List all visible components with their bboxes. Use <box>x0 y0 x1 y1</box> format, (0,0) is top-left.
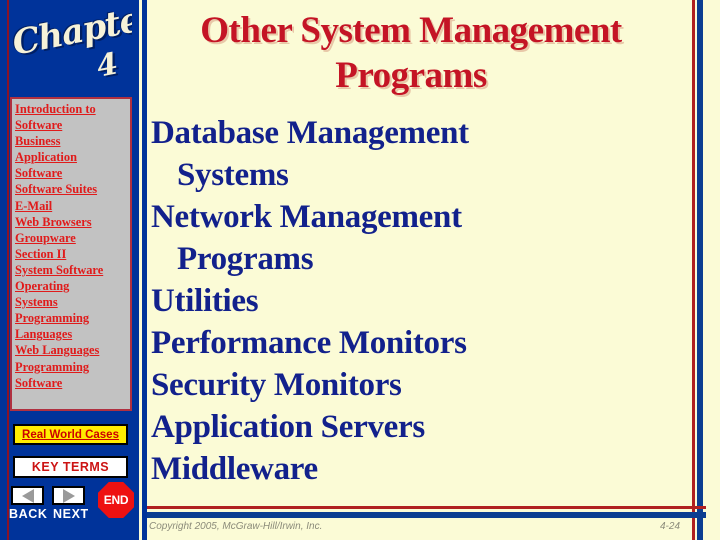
footer-page-number: 4-24 <box>660 521 681 532</box>
navigation-sidebar: Chapter 4 Introduction to Software Busines… <box>0 0 134 540</box>
right-rule-blue <box>697 0 703 540</box>
slide-bullet-line: Performance Monitors <box>151 325 467 361</box>
sidebar-topic-link[interactable]: Groupware <box>15 230 130 246</box>
real-world-cases-label: Real World Cases <box>22 428 119 441</box>
page-title: Other System Management Programs <box>200 10 622 96</box>
sidebar-topic-link[interactable]: Software <box>15 117 130 133</box>
sidebar-topic-link[interactable]: Programming <box>15 359 130 375</box>
slide-bullet-list: Database Management Systems Network Manage… <box>151 112 671 490</box>
back-button-label[interactable]: BACK <box>9 507 48 521</box>
next-button[interactable] <box>52 486 85 505</box>
sidebar-topic-link[interactable]: Section II <box>15 246 130 262</box>
sidebar-topic-link[interactable]: Web Browsers <box>15 214 130 230</box>
sidebar-topic-link[interactable]: Application <box>15 149 130 165</box>
sidebar-topic-link[interactable]: Operating <box>15 278 130 294</box>
end-button-label: END <box>103 493 129 507</box>
sidebar-topic-link[interactable]: Introduction to <box>15 101 130 117</box>
real-world-cases-button[interactable]: Real World Cases <box>13 424 128 445</box>
sidebar-topic-link[interactable]: E-Mail <box>15 198 130 214</box>
key-terms-button[interactable]: KEY TERMS <box>13 456 128 478</box>
slide-content-area: Other System Management Programs Databas… <box>147 0 692 540</box>
slide-bullet-line: Security Monitors <box>151 367 402 403</box>
sidebar-topic-link[interactable]: Systems <box>15 294 130 310</box>
presentation-slide: Chapter 4 Introduction to Software Busines… <box>0 0 720 540</box>
sidebar-topic-link[interactable]: Programming <box>15 310 130 326</box>
topic-link-list: Introduction to Software Business Applicati… <box>10 97 132 411</box>
footer-rule-blue <box>147 512 706 518</box>
next-button-label[interactable]: NEXT <box>53 507 89 521</box>
arrow-right-icon <box>62 488 75 503</box>
chapter-badge: Chapter 4 <box>9 2 132 94</box>
slide-bullet-line: Middleware <box>151 451 318 487</box>
slide-bullet-line: Programs <box>177 241 314 277</box>
chapter-number-label: 4 <box>93 46 122 85</box>
footer-copyright: Copyright 2005, McGraw-Hill/Irwin, Inc. <box>149 521 323 532</box>
slide-bullet-line: Database Management <box>151 115 469 151</box>
sidebar-topic-link[interactable]: Languages <box>15 326 130 342</box>
key-terms-label: KEY TERMS <box>31 460 110 474</box>
back-button[interactable] <box>11 486 44 505</box>
sidebar-topic-link[interactable]: System Software <box>15 262 130 278</box>
slide-bullet-line: Utilities <box>151 283 259 319</box>
footer-rule-red <box>147 506 706 509</box>
arrow-left-icon <box>21 488 34 503</box>
sidebar-topic-link[interactable]: Software <box>15 375 130 391</box>
slide-bullet-line: Network Management <box>151 199 462 235</box>
sidebar-topic-link[interactable]: Software <box>15 165 130 181</box>
slide-bullet-line: Systems <box>177 157 289 193</box>
sidebar-topic-link[interactable]: Web Languages <box>15 342 130 358</box>
sidebar-topic-link[interactable]: Business <box>15 133 130 149</box>
slide-bullet-line: Application Servers <box>151 409 425 445</box>
sidebar-topic-link[interactable]: Software Suites <box>15 181 130 197</box>
